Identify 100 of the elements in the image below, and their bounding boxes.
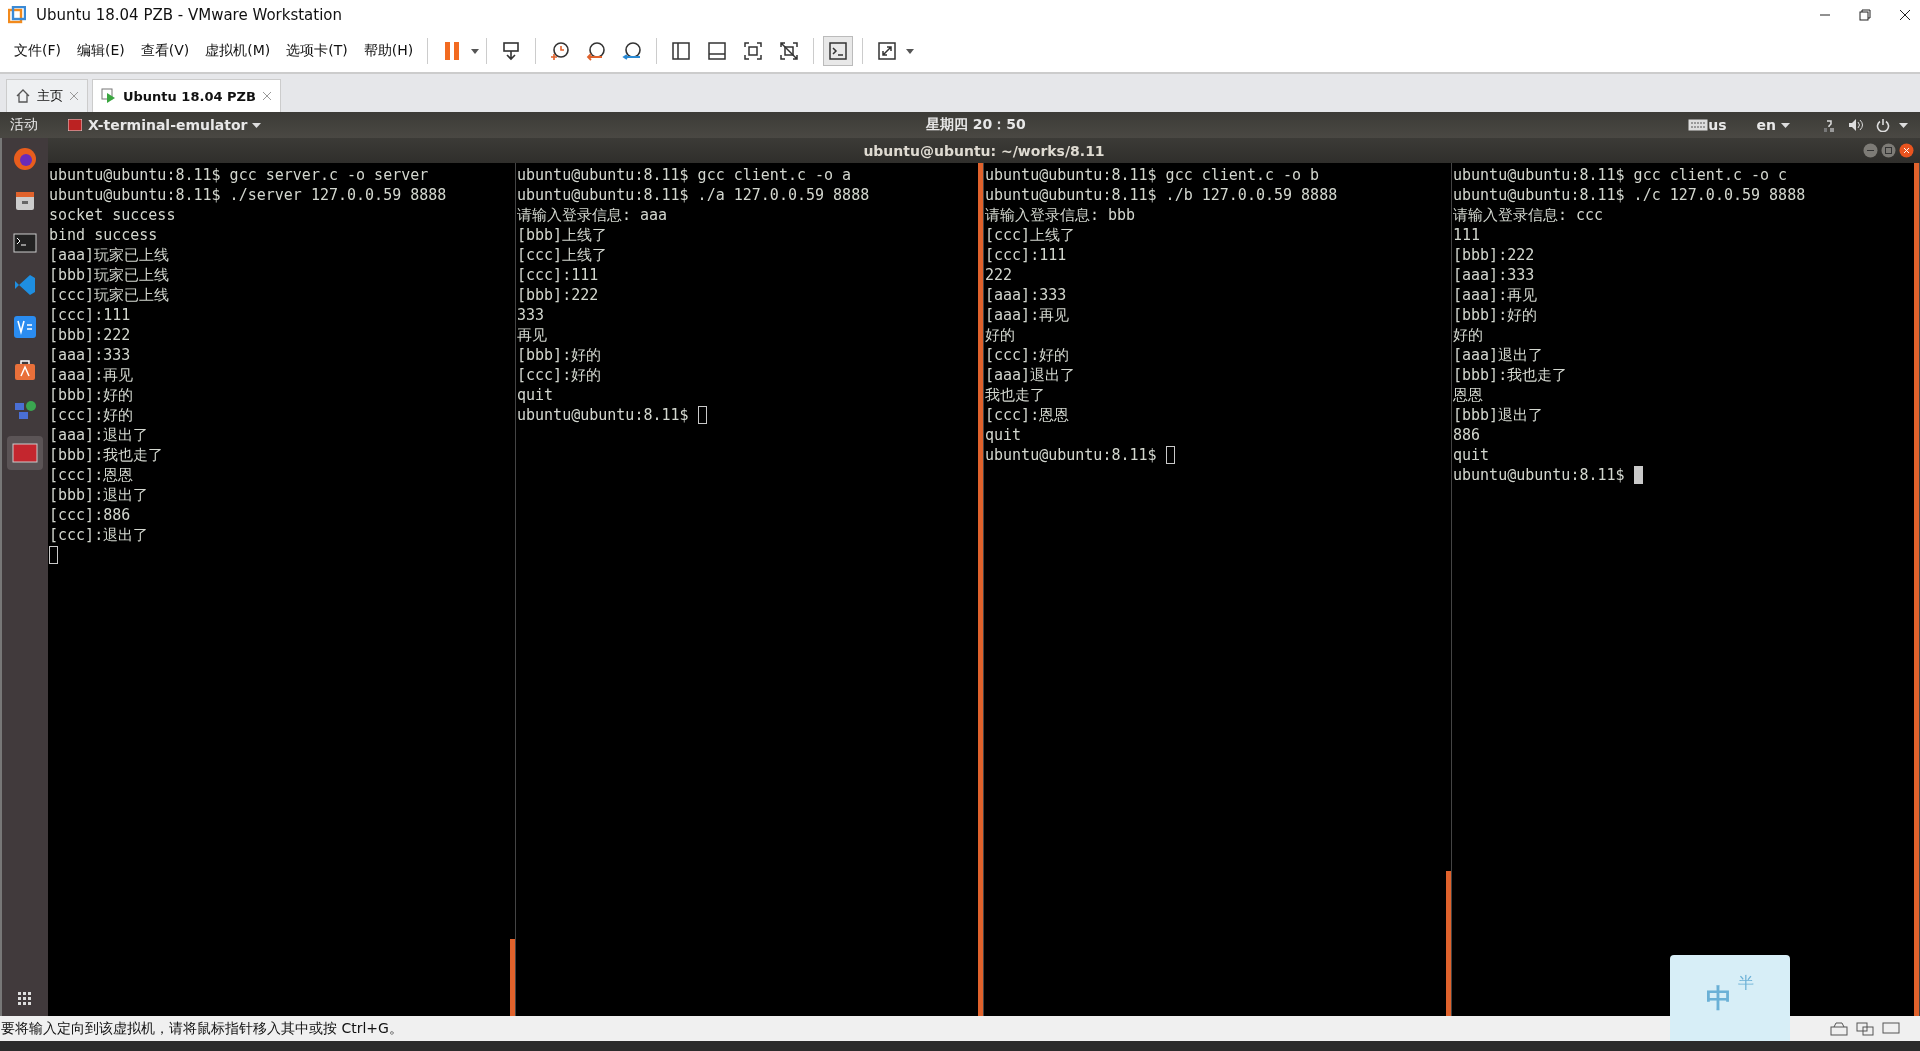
terminal-line: [aaa]:333 (985, 286, 1067, 304)
terminal-line: 886 (1453, 426, 1481, 444)
power-icon[interactable] (1876, 118, 1890, 132)
tab[interactable]: Ubuntu 18.04 PZB (92, 79, 281, 112)
terminal-line: 我也走了 (985, 386, 1045, 404)
terminal-line: [ccc]:退出了 (49, 526, 149, 544)
home-icon (15, 88, 31, 104)
terminal-app-icon (68, 119, 82, 131)
expand-icon (876, 39, 899, 62)
fit-screen-icon (742, 39, 765, 62)
terminal-line: ubuntu@ubuntu:8.11$ ./b 127.0.0.59 8888 (985, 186, 1338, 204)
terminal-line: [aaa]:再见 (985, 306, 1070, 324)
v-letter-app-icon (13, 315, 37, 339)
shopping-bag-icon (13, 357, 37, 381)
console-view-button[interactable] (823, 35, 854, 66)
terminal-line: [ccc]:886 (49, 506, 131, 524)
minimize-button[interactable] (1863, 143, 1878, 158)
terminal-line: [ccc]:恩恩 (49, 466, 134, 484)
terminal-line: ubuntu@ubuntu:8.11$ gcc client.c -o b (985, 166, 1320, 184)
terminal-line: [ccc]:好的 (517, 366, 602, 384)
clock[interactable]: 星期四 20：50 (925, 116, 1026, 134)
tab[interactable]: 主页 (6, 79, 88, 112)
terminal-line: 好的 (1453, 326, 1483, 344)
terminal-line: 111 (1453, 226, 1481, 244)
language-menu[interactable]: en (1756, 117, 1776, 133)
terminal-line: [bbb]:好的 (517, 346, 602, 364)
terminal-line: [bbb]:好的 (49, 386, 134, 404)
close-icon[interactable] (261, 91, 272, 101)
terminal-line: [ccc]上线了 (985, 226, 1076, 244)
fox-globe-icon (13, 147, 37, 171)
terminal-line: 请输入登录信息: bbb (985, 206, 1136, 224)
terminal-line: [bbb]上线了 (517, 226, 608, 244)
activities-button[interactable]: 活动 (10, 116, 38, 134)
terminal-line: socket success (49, 206, 176, 224)
terminal-line: [aaa]退出了 (985, 366, 1076, 384)
terminal-line: ubuntu@ubuntu:8.11$ (517, 406, 689, 424)
terminal-line: ubuntu@ubuntu:8.11$ ./server 127.0.0.59 8888 (49, 186, 447, 204)
clock-plus-icon (549, 39, 572, 62)
menu-item[interactable]: 查看(V) (132, 37, 198, 64)
scrollbar-thumb[interactable] (1914, 163, 1919, 1016)
network-unknown-icon[interactable] (1822, 118, 1836, 132)
restore-icon (1859, 8, 1871, 21)
close-icon (1899, 8, 1911, 21)
terminal-line: ubuntu@ubuntu:8.11$ ./c 127.0.0.59 8888 (1453, 186, 1806, 204)
menu-item[interactable]: 编辑(E) (69, 37, 133, 64)
terminal-line: [ccc]:111 (985, 246, 1067, 264)
menu-item[interactable]: 帮助(H) (355, 37, 422, 64)
terminal-line: 333 (517, 306, 545, 324)
vm-play-icon (101, 88, 117, 104)
sidebar-layout-icon (670, 39, 693, 62)
terminal-line: [bbb]:我也走了 (1453, 366, 1568, 384)
terminal-line: ubuntu@ubuntu:8.11$ (985, 446, 1157, 464)
terminal-icon (827, 39, 850, 62)
clock-arrows-icon (621, 39, 644, 62)
terminal-line: 恩恩 (1453, 386, 1483, 404)
terminal-line: [aaa]:退出了 (49, 426, 149, 444)
terminal-line: [bbb]玩家已上线 (49, 266, 170, 284)
terminal-line: 请输入登录信息: aaa (517, 206, 668, 224)
caret-icon[interactable] (1898, 120, 1910, 130)
terminal-line: [aaa]退出了 (1453, 346, 1544, 364)
file-cabinet-icon (13, 189, 37, 213)
network-adapter-icon (1856, 1021, 1874, 1036)
terminal-line: [bbb]:222 (1453, 246, 1535, 264)
remote-window-icon (12, 443, 38, 463)
terminal-title: ubuntu@ubuntu: ~/works/8.11 (863, 142, 1105, 159)
menu-item[interactable]: 虚拟机(M) (197, 37, 279, 64)
terminal-line: 222 (985, 266, 1013, 284)
terminal-line: quit (517, 386, 554, 404)
menu-item[interactable]: 选项卡(T) (278, 37, 356, 64)
window-title: Ubuntu 18.04 PZB - VMware Workstation (36, 5, 344, 24)
terminal-line: [ccc]玩家已上线 (49, 286, 170, 304)
caret-icon[interactable] (1780, 120, 1792, 130)
terminal-line: [aaa]:333 (1453, 266, 1535, 284)
terminal-line: ubuntu@ubuntu:8.11$ gcc server.c -o server (49, 166, 429, 184)
keyboard-icon (1688, 119, 1709, 131)
scrollbar-thumb[interactable] (1446, 871, 1451, 1016)
terminal-line: [aaa]:333 (49, 346, 131, 364)
close-button[interactable] (1899, 143, 1914, 158)
terminal-line: [aaa]玩家已上线 (49, 246, 170, 264)
scrollbar-thumb[interactable] (510, 939, 515, 1016)
terminal-line: [ccc]上线了 (517, 246, 608, 264)
menu-item[interactable]: 文件(F) (6, 37, 69, 64)
app-menu[interactable]: X-terminal-emulator (88, 117, 248, 133)
app-grid-icon (17, 991, 33, 1007)
terminal-line: [bbb]:222 (517, 286, 599, 304)
terminal-line: quit (1453, 446, 1490, 464)
volume-icon[interactable] (1848, 118, 1864, 132)
terminal-line: ubuntu@ubuntu:8.11$ gcc client.c -o a (517, 166, 852, 184)
caret-icon[interactable] (251, 120, 264, 130)
terminal-line: [ccc]:恩恩 (985, 406, 1070, 424)
terminal-line: bind success (49, 226, 158, 244)
terminal-line: 再见 (517, 326, 547, 344)
terminal-line: [aaa]:再见 (49, 366, 134, 384)
terminal-line: [ccc]:好的 (985, 346, 1070, 364)
terminal-line: quit (985, 426, 1022, 444)
terminal-line: [bbb]:222 (49, 326, 131, 344)
scrollbar-thumb[interactable] (978, 163, 983, 1016)
terminal-line: [bbb]退出了 (1453, 406, 1544, 424)
keyboard-layout[interactable]: us (1708, 117, 1727, 133)
terminal-line: [aaa]:再见 (1453, 286, 1538, 304)
